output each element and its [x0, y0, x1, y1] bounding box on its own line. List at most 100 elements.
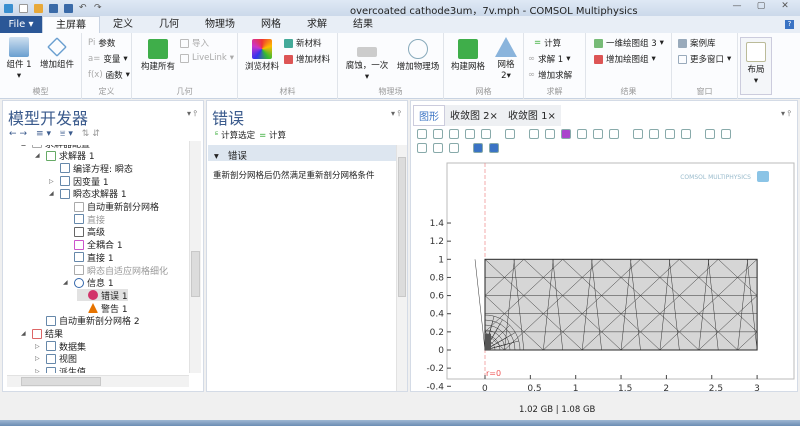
error-section-header[interactable]: ▾ 错误 — [208, 145, 396, 162]
help-button[interactable]: ? — [785, 20, 794, 29]
tree-item[interactable]: 自动重新剖分网格 2 — [35, 315, 140, 327]
tree-item[interactable]: ◢ 结果 — [21, 328, 63, 340]
file-menu[interactable]: File ▾ — [0, 16, 42, 33]
hide-show-icon[interactable] — [705, 129, 715, 139]
component-button[interactable]: 组件 1 ▾ — [4, 37, 34, 82]
tree-vertical-scrollbar[interactable] — [189, 141, 201, 373]
tree-item[interactable]: 高级 — [63, 226, 105, 238]
build-all-button[interactable]: 构建所有 — [136, 39, 180, 73]
tab-geometry[interactable]: 几何 — [146, 16, 192, 33]
back-icon[interactable]: ← — [9, 129, 20, 139]
tree-item[interactable]: ▷ 视图 — [35, 353, 77, 365]
undo-icon[interactable]: ↶ — [79, 3, 88, 13]
pin-icon[interactable]: ▾ ⫯ — [781, 109, 791, 119]
new-material-button[interactable]: 新材料 — [284, 37, 322, 49]
tree-item[interactable]: 直接 — [63, 213, 105, 226]
tree-item[interactable]: 全耦合 1 — [63, 239, 123, 251]
collapse-icon[interactable]: ⩸▾ — [60, 129, 76, 139]
print-icon[interactable] — [489, 143, 499, 153]
expand-toggle-icon[interactable]: ▷ — [35, 343, 43, 350]
tree-horizontal-scrollbar[interactable] — [7, 375, 189, 387]
tab-convergence-plot-1[interactable]: 收敛图 1× — [502, 105, 561, 126]
add-component-button[interactable]: 增加组件 — [36, 37, 78, 71]
tab-study[interactable]: 求解 — [294, 16, 340, 33]
surface-icon[interactable] — [577, 129, 587, 139]
pin-icon[interactable]: ▾ ⫯ — [391, 109, 401, 119]
wireframe-icon[interactable] — [561, 129, 571, 139]
add-study-button[interactable]: ∞ 增加求解 — [528, 69, 572, 81]
add-physics-button[interactable]: 增加物理场 — [394, 39, 442, 73]
tree-item[interactable]: ◢ 求解器 1 — [35, 150, 95, 162]
view-options-icon[interactable] — [721, 129, 731, 139]
variables-button[interactable]: a= 变量 ▾ — [88, 53, 128, 65]
forward-icon[interactable]: → — [20, 129, 31, 139]
tree-item[interactable]: ◢ 瞬态求解器 1 — [49, 188, 127, 200]
tab-home[interactable]: 主屏幕 — [42, 16, 100, 33]
compute-button[interactable]: = 计算 — [534, 37, 561, 49]
mesh-2-button[interactable]: 网格 2▾ — [492, 37, 520, 82]
error-vertical-scrollbar[interactable] — [396, 145, 407, 391]
deselect-icon[interactable] — [665, 129, 675, 139]
zoom-in-icon[interactable] — [417, 129, 427, 139]
study-1-button[interactable]: ∞ 求解 1 ▾ — [528, 53, 571, 65]
minimize-button[interactable]: — — [726, 1, 748, 14]
tree-item[interactable]: ◢ 信息 1 — [63, 277, 114, 289]
tab-results[interactable]: 结果 — [340, 16, 386, 33]
browse-materials-button[interactable]: 浏览材料 — [242, 39, 282, 73]
functions-button[interactable]: f(x) 函数 ▾ — [88, 69, 130, 81]
plot-group-button[interactable]: 一维绘图组 3 ▾ — [594, 37, 664, 49]
expand-toggle-icon[interactable]: ▷ — [35, 355, 43, 362]
tree-item[interactable]: 编译方程: 瞬态 — [49, 162, 133, 175]
pin-icon[interactable]: ▾ ⫯ — [187, 109, 197, 119]
zoom-box-icon[interactable] — [449, 129, 459, 139]
livelink-button[interactable]: LiveLink ▾ — [180, 53, 234, 63]
rotate-icon[interactable] — [449, 143, 459, 153]
clear-icon[interactable] — [681, 129, 691, 139]
tab-convergence-plot-2[interactable]: 收敛图 2× — [445, 105, 503, 126]
scroll-thumb[interactable] — [191, 251, 200, 297]
expand-toggle-icon[interactable]: ◢ — [49, 190, 57, 197]
redo-icon[interactable]: ↷ — [94, 3, 103, 13]
open-icon[interactable] — [34, 3, 43, 13]
tree-item[interactable]: 警告 1 — [77, 302, 128, 315]
save-as-icon[interactable] — [64, 3, 73, 13]
tab-graphics[interactable]: 图形 — [413, 105, 445, 126]
tree-item[interactable]: ▷ 数据集 — [35, 340, 86, 353]
import-button[interactable]: 导入 — [180, 37, 209, 49]
tree-item[interactable]: 错误 1 — [77, 289, 128, 302]
select-all-icon[interactable] — [649, 129, 659, 139]
tree-item[interactable]: 自动重新剖分网格 — [63, 201, 159, 213]
zoom-extents-icon[interactable] — [481, 129, 491, 139]
expand-toggle-icon[interactable]: ▷ — [49, 178, 57, 185]
expand-toggle-icon[interactable]: ◢ — [21, 330, 29, 337]
hide-icon[interactable] — [609, 129, 619, 139]
close-tab-icon[interactable]: × — [490, 111, 498, 122]
tree-item[interactable]: 直接 1 — [63, 251, 114, 264]
expand-toggle-icon[interactable]: ◢ — [35, 152, 43, 159]
layout-button[interactable]: 布局 ▾ — [740, 37, 772, 95]
add-plot-group-button[interactable]: 增加绘图组 ▾ — [594, 53, 656, 65]
show-icon[interactable]: ≡▾ — [36, 129, 54, 139]
scroll-thumb[interactable] — [21, 377, 101, 386]
refresh-icon[interactable] — [433, 143, 443, 153]
reset-icon[interactable] — [417, 143, 427, 153]
axis-orientation-icon[interactable] — [505, 129, 515, 139]
maximize-button[interactable]: ▢ — [750, 1, 772, 14]
more-windows-button[interactable]: 更多窗口 ▾ — [678, 53, 731, 65]
application-libraries-button[interactable]: 案例库 — [678, 37, 716, 49]
center-icon[interactable] — [465, 129, 475, 139]
transparency-icon[interactable] — [545, 129, 555, 139]
parameters-button[interactable]: Pi 参数 — [88, 37, 115, 49]
tab-physics[interactable]: 物理场 — [192, 16, 248, 33]
corrosion-button[interactable]: 腐蚀，一次 ▾ — [340, 39, 394, 83]
compute-button[interactable]: = 计算 — [259, 129, 286, 141]
select-box-icon[interactable] — [633, 129, 643, 139]
graphics-canvas[interactable]: 0 0.5 1 1.5 2 2.5 31.41.210.80.60.40.20-0.2-0.… — [411, 157, 797, 393]
collapse-all-icon[interactable]: ⇵ — [92, 129, 103, 139]
tree-item[interactable]: 瞬态自适应网格细化 — [63, 264, 168, 277]
expand-all-icon[interactable]: ⇅ — [82, 129, 93, 139]
close-button[interactable]: ✕ — [774, 1, 796, 14]
close-tab-icon[interactable]: × — [547, 111, 555, 122]
save-icon[interactable] — [49, 3, 58, 13]
edges-icon[interactable] — [593, 129, 603, 139]
